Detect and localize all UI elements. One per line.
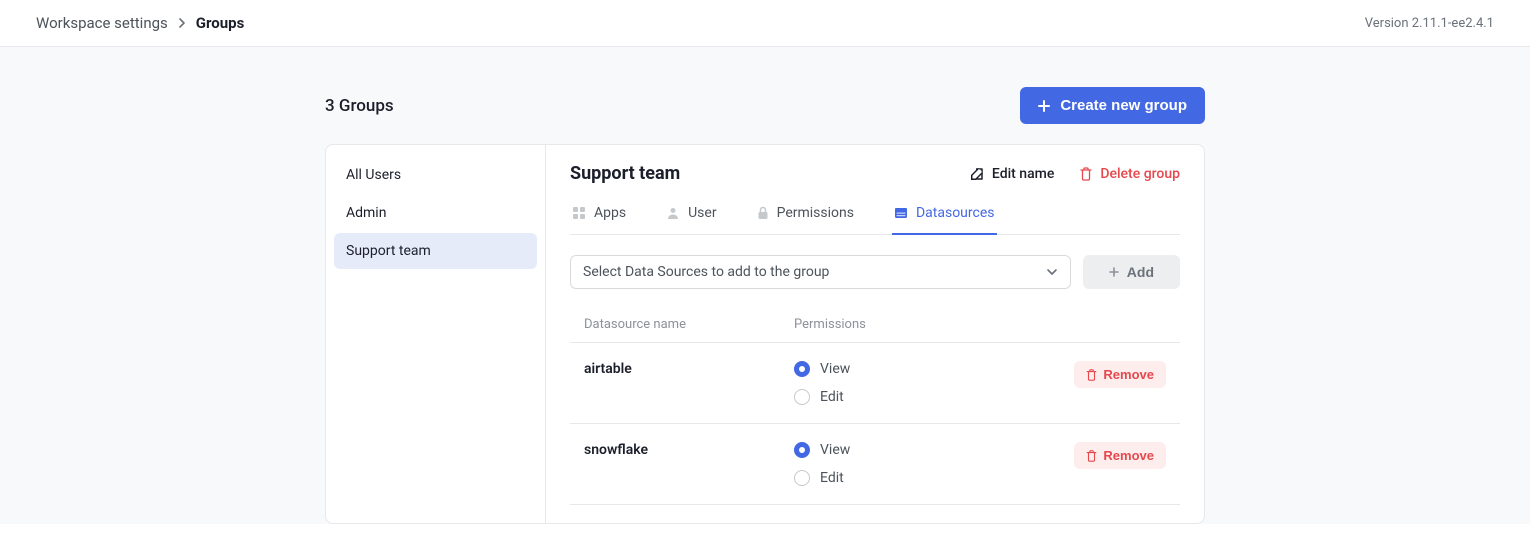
datasource-name: airtable — [584, 361, 794, 377]
create-group-label: Create new group — [1060, 97, 1187, 114]
content-header: Support team Edit name Delete group — [570, 163, 1180, 184]
breadcrumb: Workspace settings Groups — [36, 14, 244, 32]
remove-button[interactable]: Remove — [1074, 361, 1166, 388]
group-title: Support team — [570, 163, 680, 184]
permission-group: View Edit — [794, 442, 1056, 486]
row-action: Remove — [1056, 442, 1166, 469]
delete-group-button[interactable]: Delete group — [1080, 166, 1180, 182]
datasource-icon — [894, 207, 908, 219]
version-label: Version 2.11.1-ee2.4.1 — [1365, 16, 1494, 31]
header-datasource-name: Datasource name — [584, 317, 794, 332]
add-button-label: Add — [1127, 264, 1154, 280]
datasource-select-placeholder: Select Data Sources to add to the group — [583, 264, 829, 280]
remove-button[interactable]: Remove — [1074, 442, 1166, 469]
tab-datasources-label: Datasources — [916, 205, 995, 221]
tab-user-label: User — [688, 205, 716, 221]
permission-edit-option[interactable]: Edit — [794, 389, 1056, 405]
trash-icon — [1080, 167, 1092, 181]
page-content: 3 Groups Create new group All Users Admi… — [0, 47, 1530, 524]
permission-group: View Edit — [794, 361, 1056, 405]
datasource-select[interactable]: Select Data Sources to add to the group — [570, 255, 1071, 289]
plus-icon — [1038, 100, 1050, 112]
group-content: Support team Edit name Delete group — [546, 145, 1204, 523]
header-permissions: Permissions — [794, 317, 1056, 332]
create-group-button[interactable]: Create new group — [1020, 87, 1205, 124]
permission-edit-label: Edit — [820, 470, 844, 486]
radio-checked-icon — [794, 361, 810, 377]
table-row: snowflake View Edit — [570, 424, 1180, 505]
groups-count: 3 Groups — [325, 96, 394, 116]
trash-icon — [1086, 450, 1097, 462]
table-row: airtable View Edit — [570, 343, 1180, 424]
chevron-right-icon — [178, 18, 186, 28]
edit-icon — [970, 167, 984, 181]
lock-icon — [757, 206, 769, 220]
plus-icon — [1109, 267, 1119, 277]
header-actions: Edit name Delete group — [970, 166, 1180, 182]
groups-card: All Users Admin Support team Support tea… — [325, 144, 1205, 524]
remove-label: Remove — [1103, 367, 1154, 382]
radio-unchecked-icon — [794, 470, 810, 486]
row-action: Remove — [1056, 361, 1166, 388]
sidebar-item-support-team[interactable]: Support team — [334, 233, 537, 269]
tab-apps[interactable]: Apps — [570, 195, 628, 235]
permission-view-label: View — [820, 442, 850, 458]
breadcrumb-parent[interactable]: Workspace settings — [36, 14, 168, 32]
tab-apps-label: Apps — [594, 205, 626, 221]
header-action — [1056, 317, 1166, 332]
add-button[interactable]: Add — [1083, 255, 1180, 289]
sidebar-item-all-users[interactable]: All Users — [334, 157, 537, 193]
permission-view-option[interactable]: View — [794, 442, 1056, 458]
chevron-down-icon — [1046, 268, 1058, 276]
groups-sidebar: All Users Admin Support team — [326, 145, 546, 523]
edit-name-label: Edit name — [992, 166, 1054, 182]
radio-unchecked-icon — [794, 389, 810, 405]
permission-view-label: View — [820, 361, 850, 377]
remove-label: Remove — [1103, 448, 1154, 463]
permission-view-option[interactable]: View — [794, 361, 1056, 377]
tab-datasources[interactable]: Datasources — [892, 195, 997, 235]
table-header: Datasource name Permissions — [570, 307, 1180, 343]
datasource-table: Datasource name Permissions airtable Vie… — [570, 307, 1180, 505]
topbar: Workspace settings Groups Version 2.11.1… — [0, 0, 1530, 47]
tab-permissions-label: Permissions — [777, 205, 854, 221]
permission-edit-option[interactable]: Edit — [794, 470, 1056, 486]
edit-name-button[interactable]: Edit name — [970, 166, 1054, 182]
permission-edit-label: Edit — [820, 389, 844, 405]
user-icon — [666, 206, 680, 220]
tabs: Apps User Permissions — [570, 194, 1180, 235]
sidebar-item-admin[interactable]: Admin — [334, 195, 537, 231]
page-header: 3 Groups Create new group — [325, 87, 1205, 124]
add-datasource-row: Select Data Sources to add to the group … — [570, 255, 1180, 289]
tab-user[interactable]: User — [664, 195, 718, 235]
breadcrumb-current: Groups — [196, 14, 245, 32]
radio-checked-icon — [794, 442, 810, 458]
datasource-name: snowflake — [584, 442, 794, 458]
trash-icon — [1086, 369, 1097, 381]
delete-group-label: Delete group — [1100, 166, 1180, 182]
apps-icon — [572, 206, 586, 220]
tab-permissions[interactable]: Permissions — [755, 195, 856, 235]
